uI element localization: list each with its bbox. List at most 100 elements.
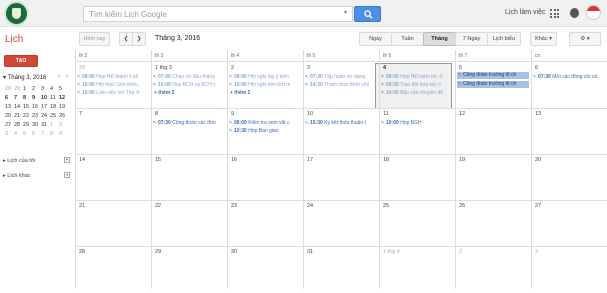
mini-day[interactable]: 2 [59,121,68,130]
day-number[interactable]: 2 [459,249,462,255]
mini-day[interactable]: 28 [5,85,14,94]
view-7-days-button[interactable]: 7 Ngày [455,32,488,46]
all-day-event[interactable]: ↖Công đoàn trường tổ ch [457,81,529,88]
day-number[interactable]: 6 [535,65,538,71]
day-number[interactable]: 10 [307,111,313,117]
mini-day[interactable]: 31 [41,121,50,130]
view-day-button[interactable]: Ngày [359,32,392,46]
mini-day[interactable]: 26 [59,112,68,121]
day-cell[interactable]: 31 [303,247,379,293]
day-cell[interactable]: 29 [151,247,227,293]
day-cell[interactable]: 9 ↖08:00 Kiểm tra xem vật c ↖13:30 Họp B… [227,109,303,155]
avatar[interactable] [586,5,601,20]
search-input[interactable]: Tìm kiếm Lịch Google [83,6,353,22]
day-cell[interactable]: 11 ↖10:00 Họp BGH [379,109,455,155]
calendar-event[interactable]: ↖15:00 Hội thảo Giới thiệu [77,82,138,89]
day-number[interactable]: 27 [535,203,541,209]
day-number[interactable]: 28 [79,249,85,255]
mini-day[interactable]: 16 [32,103,41,112]
day-cell[interactable]: 1 thg 3 ↖07:00 Chào cờ đầu tháng ↖10:00 … [151,63,227,109]
calendar-event[interactable]: ↖07:30 Công đoàn các đơn [153,120,216,127]
mini-day[interactable]: 1 [23,85,32,94]
mini-day[interactable]: 10 [41,94,50,103]
mini-calendar-title[interactable]: ▾ Tháng 3, 2016 [3,74,46,81]
day-cell[interactable]: 13 [531,109,607,155]
mini-day[interactable]: 18 [50,103,59,112]
mini-day[interactable]: 6 [5,94,14,103]
calendar-event[interactable]: ↖10:00 Họp BCH và BCH c [153,82,216,89]
mini-day[interactable]: 29 [14,85,23,94]
day-cell[interactable]: 19 [455,155,531,201]
day-number[interactable]: 3 [535,249,538,255]
apps-grid-icon[interactable] [550,9,559,18]
mini-day[interactable]: 12 [59,94,68,103]
prev-period-button[interactable]: ❮ [119,32,133,46]
day-number[interactable]: 1 thg 3 [155,65,172,71]
day-cell[interactable]: 30 [227,247,303,293]
day-cell[interactable]: 24 [303,201,379,247]
day-cell[interactable]: 3 ↖07:30 Tập huấn sử dụng ↖14:30 Tham mư… [303,63,379,109]
calendar-event[interactable]: ↖16:00 Làm việc với Thứ tr [77,90,139,97]
mini-prev-icon[interactable]: ‹ [58,74,60,80]
mini-day[interactable]: 13 [5,103,14,112]
today-button[interactable]: Hôm nay [79,32,110,46]
notifications-icon[interactable] [570,8,579,18]
day-number[interactable]: 13 [535,111,541,117]
day-number[interactable]: 29 [79,65,85,71]
day-cell[interactable]: 20 [531,155,607,201]
mini-day[interactable]: 3 [5,130,14,139]
day-number[interactable]: 8 [155,111,158,117]
day-number[interactable]: 30 [231,249,237,255]
mini-day[interactable]: 8 [23,94,32,103]
calendar-event[interactable]: ↖07:00 Chào cờ đầu tháng [153,74,215,81]
day-cell[interactable]: 26 [455,201,531,247]
settings-button[interactable]: ⚙ ▾ [569,32,601,46]
day-number[interactable]: 2 [231,65,234,71]
mini-day[interactable]: 7 [41,130,50,139]
mini-day[interactable]: 11 [50,94,59,103]
mini-day[interactable]: 20 [5,112,14,121]
day-cell[interactable]: 6 ↖07:30 Mời các đồng chí cá [531,63,607,109]
day-cell[interactable]: 23 [227,201,303,247]
view-month-button[interactable]: Tháng [423,32,456,46]
day-cell[interactable]: 2 ↖08:00 Hội nghị lấy ý kiến ↖10:00 Hội … [227,63,303,109]
calendar-event[interactable]: ↖10:00 Hội nghị tiền lịch m [229,82,290,89]
day-number[interactable]: 26 [459,203,465,209]
more-menu-button[interactable]: Khác ▾ [530,32,557,46]
day-number[interactable]: 18 [383,157,389,163]
day-number[interactable]: 7 [79,111,82,117]
day-cell[interactable]: 2 [455,247,531,293]
mini-day[interactable]: 30 [32,121,41,130]
day-number[interactable]: 9 [231,111,234,117]
day-number[interactable]: 4 [383,65,386,71]
calendar-event[interactable]: ↖13:30 Họp Ban giao [229,128,279,135]
day-number[interactable]: 12 [459,111,465,117]
mini-day[interactable]: 21 [14,112,23,121]
create-event-button[interactable]: TẠO [4,55,38,67]
mini-day[interactable]: 23 [32,112,41,121]
day-cell[interactable]: 21 [75,201,151,247]
day-number[interactable]: 20 [535,157,541,163]
day-cell-today[interactable]: 4 ↖08:00 Họp HĐ kiểm kê, đ ↖09:30 Trao đ… [379,63,455,109]
calendar-event[interactable]: ↖08:00 Họp HĐ thành lị ph [77,74,138,81]
mini-day[interactable]: 4 [50,85,59,94]
mini-day[interactable]: 5 [23,130,32,139]
mini-day[interactable]: 25 [50,112,59,121]
calendar-event[interactable]: ↖07:30 Tập huấn sử dụng [305,74,365,81]
day-cell[interactable]: 25 [379,201,455,247]
day-cell[interactable]: 5 ↖Công đoàn trường tổ ch ↖Công đoàn trư… [455,63,531,109]
mini-day[interactable]: 5 [59,85,68,94]
day-number[interactable]: 14 [79,157,85,163]
my-calendars-toggle[interactable]: ▸ Lịch của tôi [3,158,35,164]
calendar-event[interactable]: ↖09:30 Trao đổi hợp tác n [381,82,441,89]
other-calendars-toggle[interactable]: ▸ Lịch khác [3,173,31,179]
search-button[interactable] [354,6,381,22]
day-cell[interactable]: 7 [75,109,151,155]
day-number[interactable]: 24 [307,203,313,209]
day-cell[interactable]: 17 [303,155,379,201]
more-events-link[interactable]: + thêm 2 [230,90,250,96]
day-number[interactable]: 19 [459,157,465,163]
day-cell[interactable]: 27 [531,201,607,247]
day-cell[interactable]: 12 [455,109,531,155]
mini-day[interactable]: 19 [59,103,68,112]
